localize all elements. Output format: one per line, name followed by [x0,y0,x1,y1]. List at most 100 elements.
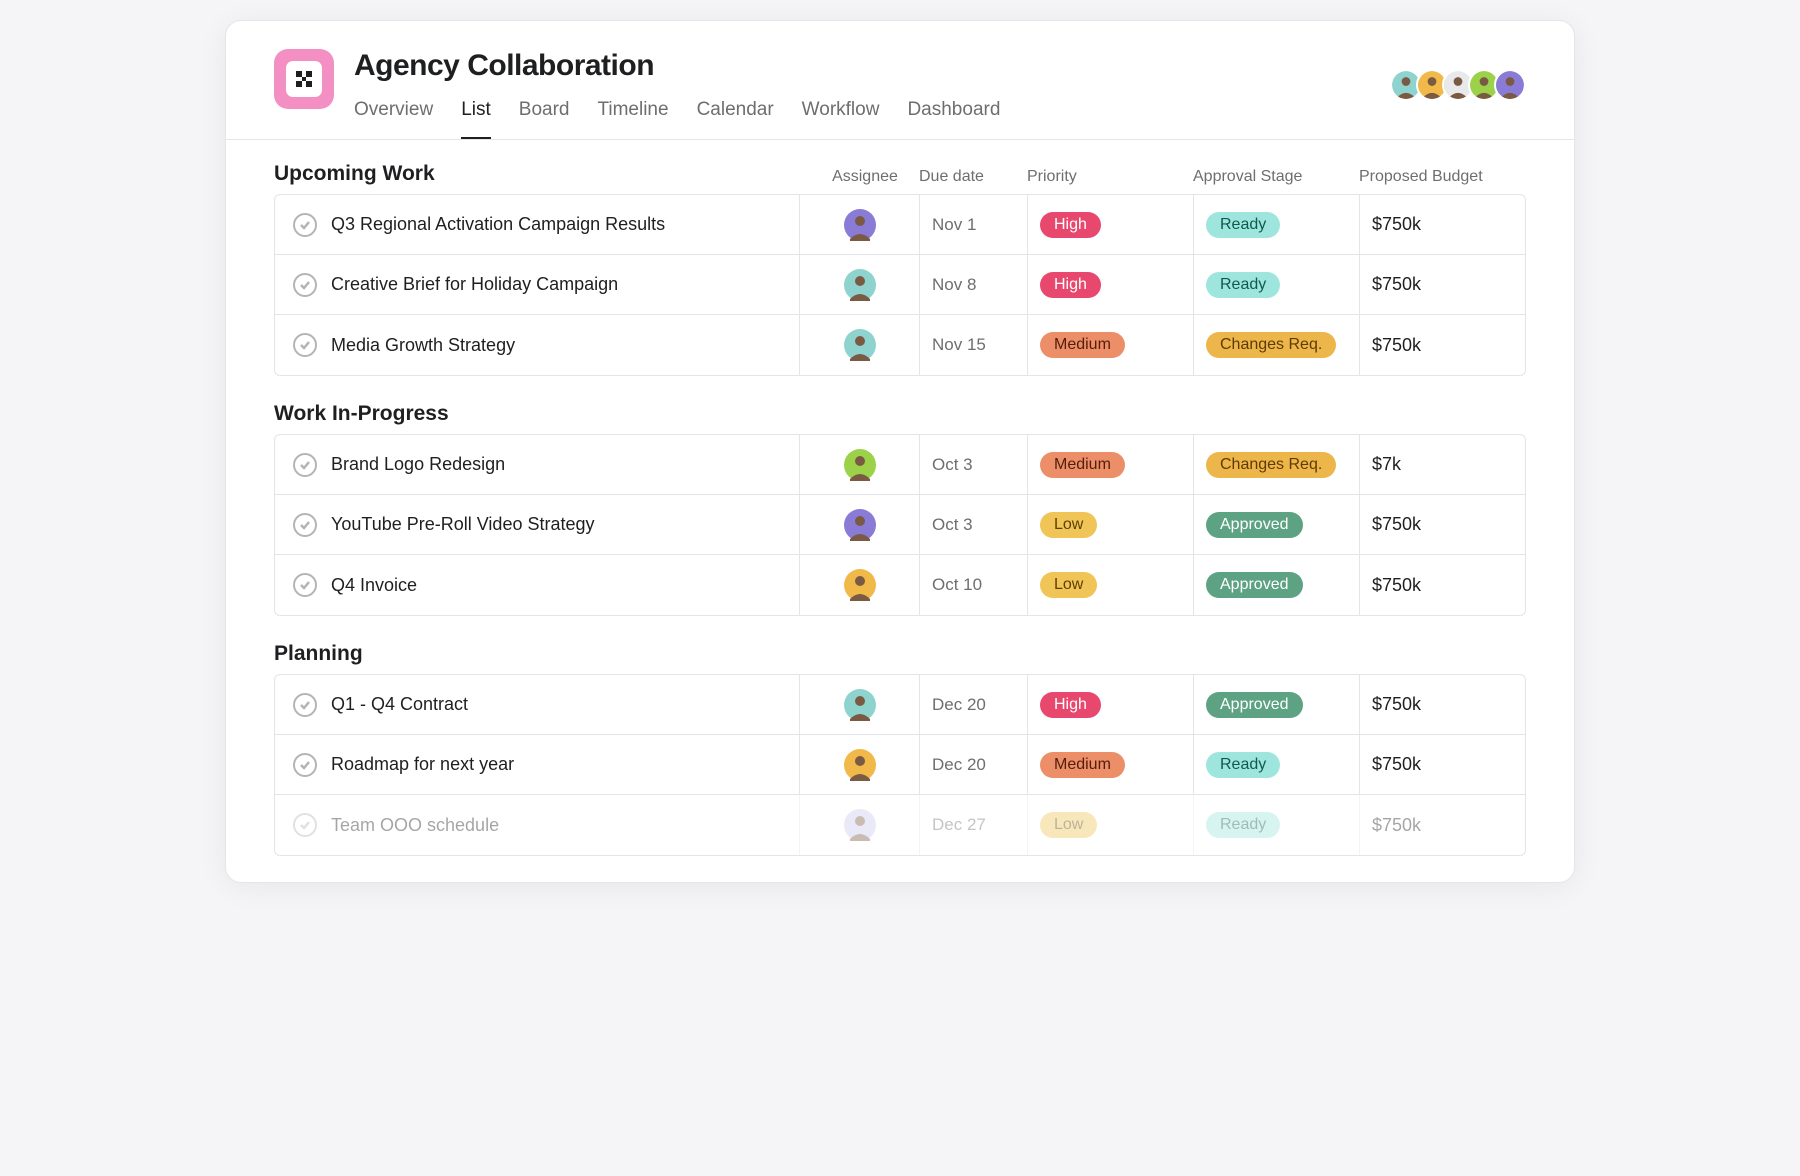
priority-cell[interactable]: High [1028,675,1194,734]
priority-pill: High [1040,692,1101,718]
budget-cell[interactable]: $750k [1360,315,1525,375]
column-header-approval[interactable]: Approval Stage [1193,168,1359,186]
budget-cell[interactable]: $750k [1360,255,1525,314]
complete-checkbox-icon[interactable] [293,453,317,477]
table-row[interactable]: Brand Logo Redesign Oct 3Medium Changes R… [275,435,1525,495]
task-cell[interactable]: Team OOO schedule [275,795,800,855]
complete-checkbox-icon[interactable] [293,333,317,357]
task-cell[interactable]: Q1 - Q4 Contract [275,675,800,734]
budget-cell[interactable]: $750k [1360,795,1525,855]
assignee-cell[interactable] [800,555,920,615]
section-title[interactable]: Planning [274,642,811,666]
tab-timeline[interactable]: Timeline [597,99,668,139]
due-date-cell[interactable]: Oct 10 [920,555,1028,615]
section: Upcoming WorkAssigneeDue datePriorityApp… [274,162,1526,376]
column-header-budget[interactable]: Proposed Budget [1359,168,1526,186]
assignee-cell[interactable] [800,495,920,554]
tab-overview[interactable]: Overview [354,99,433,139]
tab-calendar[interactable]: Calendar [697,99,774,139]
assignee-cell[interactable] [800,735,920,794]
approval-cell[interactable]: Ready [1194,795,1360,855]
task-title: Q1 - Q4 Contract [331,694,468,715]
priority-cell[interactable]: Medium [1028,735,1194,794]
table-row[interactable]: Q4 Invoice Oct 10LowApproved$750k [275,555,1525,615]
tab-dashboard[interactable]: Dashboard [907,99,1000,139]
task-table: Q1 - Q4 Contract Dec 20HighApproved$750k… [274,674,1526,856]
budget-cell[interactable]: $750k [1360,555,1525,615]
task-cell[interactable]: Media Growth Strategy [275,315,800,375]
tab-workflow[interactable]: Workflow [802,99,880,139]
assignee-cell[interactable] [800,315,920,375]
approval-cell[interactable]: Changes Req. [1194,435,1360,494]
complete-checkbox-icon[interactable] [293,813,317,837]
priority-cell[interactable]: Medium [1028,315,1194,375]
tab-list[interactable]: List [461,99,491,139]
approval-cell[interactable]: Ready [1194,255,1360,314]
assignee-cell[interactable] [800,795,920,855]
budget-cell[interactable]: $750k [1360,735,1525,794]
assignee-avatar [844,809,876,841]
section: Work In-Progress Brand Logo Redesign Oct … [274,402,1526,616]
approval-cell[interactable]: Approved [1194,555,1360,615]
task-cell[interactable]: Brand Logo Redesign [275,435,800,494]
assignee-cell[interactable] [800,255,920,314]
table-row[interactable]: YouTube Pre-Roll Video Strategy Oct 3Low… [275,495,1525,555]
budget-cell[interactable]: $7k [1360,435,1525,494]
budget-cell[interactable]: $750k [1360,195,1525,254]
priority-cell[interactable]: Medium [1028,435,1194,494]
approval-cell[interactable]: Changes Req. [1194,315,1360,375]
due-date-cell[interactable]: Nov 15 [920,315,1028,375]
complete-checkbox-icon[interactable] [293,273,317,297]
approval-cell[interactable]: Ready [1194,195,1360,254]
due-date-cell[interactable]: Dec 20 [920,675,1028,734]
column-header-priority[interactable]: Priority [1027,168,1193,186]
due-date-cell[interactable]: Nov 1 [920,195,1028,254]
table-row[interactable]: Q3 Regional Activation Campaign Results … [275,195,1525,255]
column-header-assignee[interactable]: Assignee [811,168,919,186]
assignee-cell[interactable] [800,435,920,494]
priority-cell[interactable]: High [1028,195,1194,254]
task-cell[interactable]: YouTube Pre-Roll Video Strategy [275,495,800,554]
assignee-avatar [844,569,876,601]
approval-cell[interactable]: Approved [1194,675,1360,734]
approval-pill: Changes Req. [1206,452,1336,478]
due-date-cell[interactable]: Oct 3 [920,435,1028,494]
due-date-cell[interactable]: Dec 20 [920,735,1028,794]
complete-checkbox-icon[interactable] [293,513,317,537]
assignee-cell[interactable] [800,675,920,734]
assignee-cell[interactable] [800,195,920,254]
task-cell[interactable]: Q4 Invoice [275,555,800,615]
task-cell[interactable]: Roadmap for next year [275,735,800,794]
member-avatar[interactable] [1494,69,1526,101]
table-row[interactable]: Creative Brief for Holiday Campaign Nov … [275,255,1525,315]
tab-board[interactable]: Board [519,99,570,139]
table-row[interactable]: Team OOO schedule Dec 27LowReady$750k [275,795,1525,855]
complete-checkbox-icon[interactable] [293,753,317,777]
column-header-due[interactable]: Due date [919,168,1027,186]
approval-cell[interactable]: Approved [1194,495,1360,554]
complete-checkbox-icon[interactable] [293,693,317,717]
budget-cell[interactable]: $750k [1360,675,1525,734]
complete-checkbox-icon[interactable] [293,213,317,237]
approval-cell[interactable]: Ready [1194,735,1360,794]
assignee-avatar [844,449,876,481]
table-row[interactable]: Roadmap for next year Dec 20MediumReady$… [275,735,1525,795]
due-date-cell[interactable]: Dec 27 [920,795,1028,855]
section-title[interactable]: Work In-Progress [274,402,811,426]
section-title[interactable]: Upcoming Work [274,162,811,186]
tabs: Overview List Board Timeline Calendar Workflo… [354,99,1000,139]
task-title: Q4 Invoice [331,575,417,596]
task-cell[interactable]: Q3 Regional Activation Campaign Results [275,195,800,254]
task-cell[interactable]: Creative Brief for Holiday Campaign [275,255,800,314]
due-date-cell[interactable]: Oct 3 [920,495,1028,554]
table-row[interactable]: Media Growth Strategy Nov 15MediumChange… [275,315,1525,375]
table-row[interactable]: Q1 - Q4 Contract Dec 20 High Approved$750k [275,675,1525,735]
priority-cell[interactable]: High [1028,255,1194,314]
priority-cell[interactable]: Low [1028,555,1194,615]
priority-cell[interactable]: Low [1028,795,1194,855]
priority-cell[interactable]: Low [1028,495,1194,554]
due-date-cell[interactable]: Nov 8 [920,255,1028,314]
complete-checkbox-icon[interactable] [293,573,317,597]
budget-cell[interactable]: $750k [1360,495,1525,554]
member-avatars[interactable] [1396,69,1526,101]
